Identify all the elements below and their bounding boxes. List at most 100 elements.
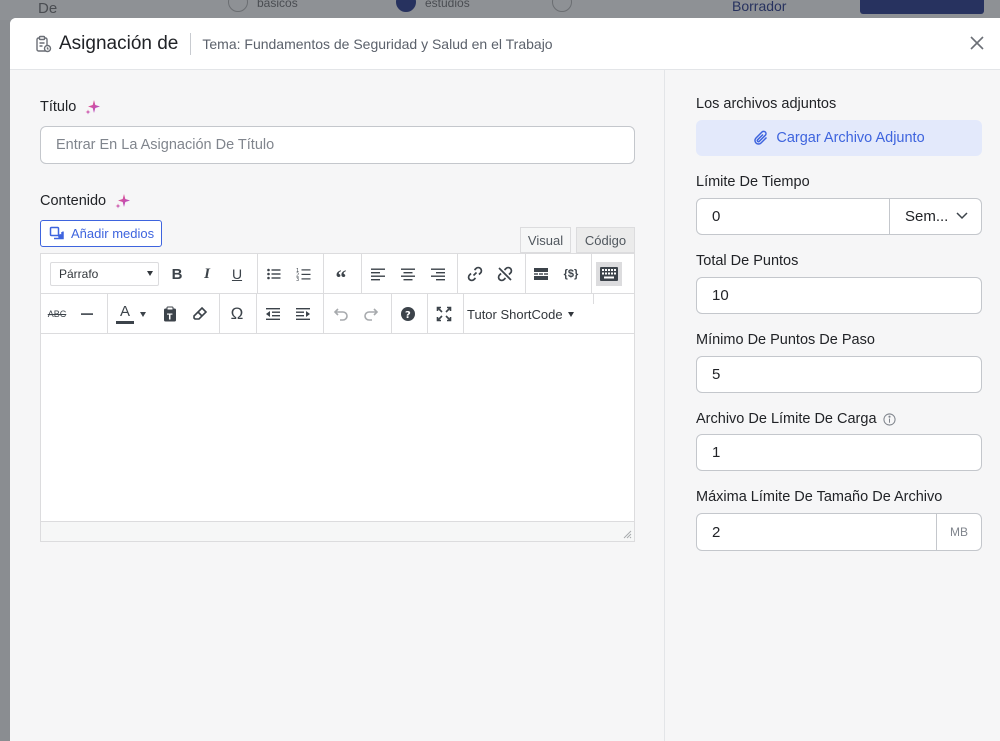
close-icon[interactable]	[968, 34, 986, 52]
content-editor: Párrafo B I U 123 “ {$} ABC A T Ω ? Tuto…	[40, 253, 635, 542]
size-unit-label: MB	[950, 525, 968, 539]
add-media-button[interactable]: Añadir medios	[40, 220, 162, 247]
italic-icon[interactable]: I	[195, 262, 219, 286]
editor-status-bar	[41, 521, 634, 541]
min-points-input[interactable]: 5	[696, 356, 982, 393]
settings-panel: Los archivos adjuntos Cargar Archivo Adj…	[666, 70, 1000, 741]
outdent-icon[interactable]	[261, 302, 285, 326]
media-icon	[49, 226, 64, 239]
upload-label: Cargar Archivo Adjunto	[776, 130, 925, 146]
background-step-label: básicos	[257, 0, 298, 10]
special-character-icon[interactable]: Ω	[225, 302, 249, 326]
header-divider	[190, 32, 192, 55]
bold-icon[interactable]: B	[165, 262, 189, 286]
fullscreen-icon[interactable]	[432, 302, 456, 326]
modal-header: Asignación de Tema: Fundamentos de Segur…	[10, 18, 1000, 70]
tab-visual[interactable]: Visual	[520, 227, 571, 253]
toolbar-divider	[591, 254, 592, 294]
strikethrough-icon[interactable]: ABC	[45, 302, 69, 326]
numbered-list-icon[interactable]: 123	[292, 262, 316, 286]
help-icon[interactable]: ?	[396, 302, 420, 326]
toolbar-divider	[256, 294, 257, 334]
unlink-icon[interactable]	[493, 262, 517, 286]
step-circle-active	[396, 0, 416, 12]
toolbar-divider	[391, 294, 392, 334]
chevron-down-icon[interactable]	[137, 302, 149, 326]
svg-text:?: ?	[405, 310, 411, 321]
max-size-label: Máxima Límite De Tamaño De Archivo	[696, 489, 943, 505]
svg-text:3: 3	[296, 277, 299, 282]
background-step-label: estudios	[425, 0, 470, 10]
toolbar-divider	[525, 254, 526, 294]
code-braces-icon[interactable]: {$}	[559, 262, 583, 286]
publish-button[interactable]	[860, 0, 984, 14]
step-circle	[552, 0, 572, 12]
tutor-shortcode-dropdown[interactable]: Tutor ShortCode	[467, 302, 574, 326]
toolbar-divider	[323, 294, 324, 334]
time-unit-select[interactable]: Sem...	[890, 199, 981, 234]
step-circle	[228, 0, 248, 12]
info-icon[interactable]	[882, 412, 896, 426]
upload-limit-input[interactable]: 1	[696, 434, 982, 471]
toolbar-toggle-icon[interactable]	[596, 262, 622, 286]
toolbar-divider	[463, 294, 464, 334]
align-center-icon[interactable]	[396, 262, 420, 286]
chevron-down-icon	[956, 212, 968, 220]
text-color-icon[interactable]: A	[113, 302, 137, 326]
editor-toolbar-row-1: Párrafo B I U 123 “ {$}	[41, 254, 634, 294]
toolbar-divider	[427, 294, 428, 334]
align-left-icon[interactable]	[366, 262, 390, 286]
modal-title: Asignación de	[59, 32, 179, 54]
toolbar-divider	[323, 254, 324, 294]
toolbar-divider	[593, 294, 594, 304]
max-size-group: 2 MB	[696, 513, 982, 551]
toolbar-divider	[107, 294, 108, 334]
horizontal-line-icon[interactable]	[75, 302, 99, 326]
editor-toolbar-row-2: ABC A T Ω ? Tutor ShortCode	[41, 294, 634, 334]
title-label-row: Título	[40, 98, 102, 116]
draft-button[interactable]: Borrador	[732, 0, 786, 14]
background-page: De básicos estudios Borrador	[0, 0, 1000, 20]
shortcode-label: Tutor ShortCode	[467, 306, 563, 322]
total-points-label: Total De Puntos	[696, 253, 799, 269]
time-limit-label: Límite De Tiempo	[696, 174, 810, 190]
resize-handle-icon[interactable]	[622, 529, 632, 539]
blockquote-icon[interactable]: “	[329, 262, 353, 290]
background-text: De	[38, 0, 58, 17]
bullet-list-icon[interactable]	[262, 262, 286, 286]
time-limit-input[interactable]: 0	[697, 199, 890, 234]
title-label: Título	[40, 99, 77, 115]
min-points-label: Mínimo De Puntos De Paso	[696, 332, 875, 348]
upload-attachment-button[interactable]: Cargar Archivo Adjunto	[696, 120, 982, 156]
ai-sparkle-icon[interactable]	[114, 192, 132, 210]
toolbar-divider	[219, 294, 220, 334]
align-right-icon[interactable]	[426, 262, 450, 286]
toolbar-divider	[457, 254, 458, 294]
modal-body: Título Contenido	[10, 70, 1000, 741]
attachments-label: Los archivos adjuntos	[696, 96, 837, 112]
format-select[interactable]: Párrafo	[50, 262, 159, 286]
redo-icon[interactable]	[359, 302, 383, 326]
read-more-icon[interactable]	[529, 262, 553, 286]
topic-subtitle: Tema: Fundamentos de Seguridad y Salud e…	[202, 35, 553, 52]
toolbar-divider	[361, 254, 362, 294]
toolbar-divider	[257, 254, 258, 294]
ai-sparkle-icon[interactable]	[84, 98, 102, 116]
tab-code[interactable]: Código	[576, 227, 635, 253]
total-points-input[interactable]: 10	[696, 277, 982, 314]
main-panel: Título Contenido	[10, 70, 665, 741]
time-unit-value: Sem...	[905, 208, 949, 225]
underline-icon[interactable]: U	[225, 262, 249, 286]
clear-formatting-icon[interactable]	[188, 302, 212, 326]
indent-icon[interactable]	[291, 302, 315, 326]
max-size-input[interactable]: 2	[697, 514, 937, 550]
paste-text-icon[interactable]: T	[158, 302, 182, 326]
time-limit-group: 0 Sem...	[696, 198, 982, 235]
undo-icon[interactable]	[329, 302, 353, 326]
link-icon[interactable]	[463, 262, 487, 286]
content-label: Contenido	[40, 193, 107, 209]
editor-content-area[interactable]	[41, 335, 634, 522]
title-input[interactable]	[40, 126, 635, 164]
chevron-down-icon	[567, 311, 574, 317]
chevron-down-icon	[147, 271, 153, 276]
